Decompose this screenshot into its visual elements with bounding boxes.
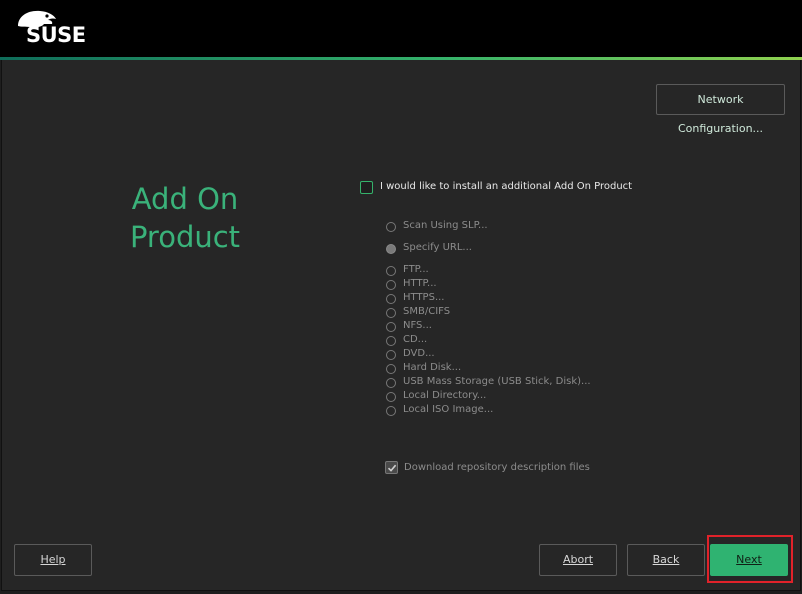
back-button[interactable]: Back	[627, 544, 705, 576]
radio-label-cd[interactable]: CD...	[403, 334, 427, 345]
top-bar: SUSE	[0, 0, 802, 57]
radio-http[interactable]	[386, 280, 396, 290]
addon-checkbox-label[interactable]: I would like to install an additional Ad…	[380, 181, 632, 192]
radio-label-usb-mass-storage[interactable]: USB Mass Storage (USB Stick, Disk)...	[403, 376, 591, 387]
abort-button-label: Abort	[562, 553, 594, 566]
radio-nfs[interactable]	[386, 322, 396, 332]
logo-text: SUSE	[26, 23, 86, 47]
radio-smb-cifs[interactable]	[386, 308, 396, 318]
radio-label-local-directory[interactable]: Local Directory...	[403, 390, 486, 401]
help-button[interactable]: Help	[14, 544, 92, 576]
help-button-label: Help	[40, 553, 66, 566]
radio-usb-mass-storage[interactable]	[386, 378, 396, 388]
radio-hard-disk[interactable]	[386, 364, 396, 374]
radio-cd[interactable]	[386, 336, 396, 346]
radio-label-specify-url[interactable]: Specify URL...	[403, 242, 472, 253]
radio-local-directory[interactable]	[386, 392, 396, 402]
download-repo-label[interactable]: Download repository description files	[404, 462, 590, 473]
back-button-label: Back	[652, 553, 680, 566]
radio-label-http[interactable]: HTTP...	[403, 278, 437, 289]
radio-label-https[interactable]: HTTPS...	[403, 292, 444, 303]
radio-label-smb-cifs[interactable]: SMB/CIFS	[403, 306, 450, 317]
next-button[interactable]: Next	[710, 544, 788, 576]
suse-logo: SUSE	[14, 8, 94, 48]
radio-label-ftp[interactable]: FTP...	[403, 264, 429, 275]
radio-https[interactable]	[386, 294, 396, 304]
radio-label-nfs[interactable]: NFS...	[403, 320, 432, 331]
radio-ftp[interactable]	[386, 266, 396, 276]
radio-label-hard-disk[interactable]: Hard Disk...	[403, 362, 461, 373]
radio-label-dvd[interactable]: DVD...	[403, 348, 435, 359]
radio-dvd[interactable]	[386, 350, 396, 360]
page-title-line-2: Product	[129, 220, 241, 254]
addon-checkbox[interactable]	[360, 181, 373, 194]
page-title: Add On Product	[110, 180, 260, 256]
network-configuration-label: Network Configuration...	[677, 93, 764, 135]
radio-label-local-iso-image[interactable]: Local ISO Image...	[403, 404, 493, 415]
checkmark-icon	[387, 464, 397, 472]
network-configuration-button[interactable]: Network Configuration...	[656, 84, 785, 135]
radio-local-iso-image[interactable]	[386, 406, 396, 416]
page-title-line-1: Add On	[131, 182, 239, 216]
radio-specify-url[interactable]	[386, 244, 396, 254]
abort-button[interactable]: Abort	[539, 544, 617, 576]
download-repo-checkbox[interactable]	[385, 461, 398, 474]
radio-label-scan-slp[interactable]: Scan Using SLP...	[403, 220, 488, 231]
next-button-label: Next	[736, 553, 762, 566]
radio-scan-slp[interactable]	[386, 222, 396, 232]
